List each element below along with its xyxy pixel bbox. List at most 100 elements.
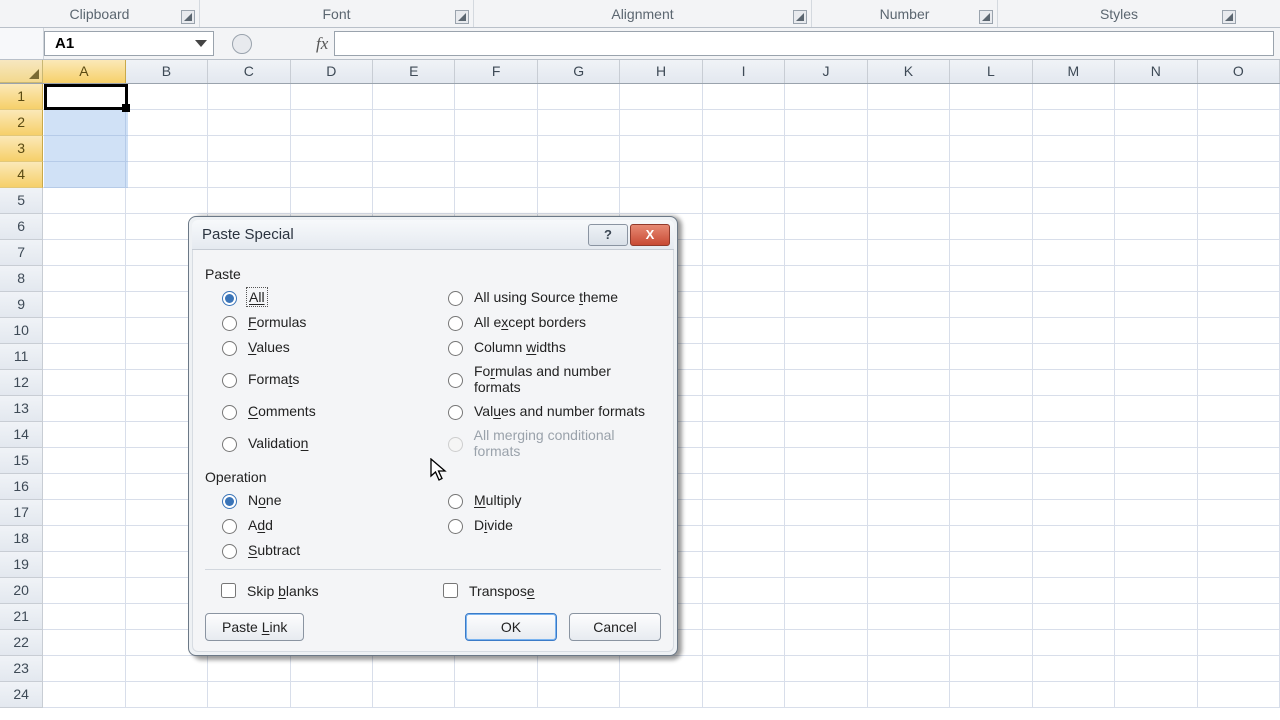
column-header-G[interactable]: G <box>538 60 620 83</box>
cell[interactable] <box>126 136 208 162</box>
cell[interactable] <box>1033 604 1115 630</box>
cell[interactable] <box>785 292 867 318</box>
cell[interactable] <box>538 682 620 708</box>
cell[interactable] <box>291 84 373 110</box>
radio-op-add[interactable]: Add <box>217 516 435 534</box>
cell[interactable] <box>703 188 785 214</box>
cell[interactable] <box>291 136 373 162</box>
dialog-launcher-icon[interactable] <box>181 10 195 24</box>
cell[interactable] <box>785 84 867 110</box>
cell[interactable] <box>703 344 785 370</box>
cell[interactable] <box>43 162 125 188</box>
cancel-button[interactable]: Cancel <box>569 613 661 641</box>
cell[interactable] <box>950 240 1032 266</box>
cell[interactable] <box>868 240 950 266</box>
column-header-F[interactable]: F <box>455 60 537 83</box>
cell[interactable] <box>1115 474 1197 500</box>
cell[interactable] <box>868 110 950 136</box>
help-button[interactable]: ? <box>588 224 628 246</box>
cell[interactable] <box>950 578 1032 604</box>
cell[interactable] <box>1033 266 1115 292</box>
cell[interactable] <box>1115 240 1197 266</box>
cell[interactable] <box>1198 266 1280 292</box>
cell[interactable] <box>1033 344 1115 370</box>
cell[interactable] <box>703 84 785 110</box>
cell[interactable] <box>950 500 1032 526</box>
cell[interactable] <box>868 396 950 422</box>
cell[interactable] <box>1033 136 1115 162</box>
select-all-corner[interactable] <box>0 60 43 83</box>
dialog-launcher-icon[interactable] <box>979 10 993 24</box>
cell[interactable] <box>1033 110 1115 136</box>
column-header-K[interactable]: K <box>868 60 950 83</box>
cell[interactable] <box>1198 396 1280 422</box>
cell[interactable] <box>126 84 208 110</box>
row-header[interactable]: 23 <box>0 656 43 682</box>
cell[interactable] <box>1198 526 1280 552</box>
cell[interactable] <box>1033 656 1115 682</box>
cell[interactable] <box>1115 214 1197 240</box>
cell[interactable] <box>703 370 785 396</box>
cell[interactable] <box>373 682 455 708</box>
check-skip-blanks[interactable]: Skip blanks <box>217 580 439 601</box>
cell[interactable] <box>950 630 1032 656</box>
cell[interactable] <box>785 240 867 266</box>
cell[interactable] <box>1115 500 1197 526</box>
cell[interactable] <box>868 682 950 708</box>
cell[interactable] <box>126 682 208 708</box>
cell[interactable] <box>1198 84 1280 110</box>
cell[interactable] <box>620 136 702 162</box>
cell[interactable] <box>43 84 125 110</box>
cell[interactable] <box>868 500 950 526</box>
cell[interactable] <box>703 448 785 474</box>
radio-paste-comments[interactable]: Comments <box>217 402 435 420</box>
cell[interactable] <box>1198 448 1280 474</box>
cell[interactable] <box>950 136 1032 162</box>
cell[interactable] <box>1115 526 1197 552</box>
cell[interactable] <box>1115 656 1197 682</box>
cell[interactable] <box>703 214 785 240</box>
cell[interactable] <box>868 292 950 318</box>
cell[interactable] <box>126 110 208 136</box>
cell[interactable] <box>43 240 125 266</box>
dialog-launcher-icon[interactable] <box>455 10 469 24</box>
row-header[interactable]: 5 <box>0 188 43 214</box>
cell[interactable] <box>785 344 867 370</box>
cell[interactable] <box>868 214 950 240</box>
cell[interactable] <box>950 552 1032 578</box>
cell[interactable] <box>1033 84 1115 110</box>
cell[interactable] <box>373 84 455 110</box>
cell[interactable] <box>538 110 620 136</box>
cell[interactable] <box>950 110 1032 136</box>
cell[interactable] <box>1115 552 1197 578</box>
cell[interactable] <box>950 84 1032 110</box>
cell[interactable] <box>703 604 785 630</box>
cell[interactable] <box>703 656 785 682</box>
cell[interactable] <box>43 448 125 474</box>
cell[interactable] <box>868 344 950 370</box>
cell[interactable] <box>703 318 785 344</box>
cell[interactable] <box>620 162 702 188</box>
radio-op-subtract[interactable]: Subtract <box>217 541 435 559</box>
cell[interactable] <box>1198 682 1280 708</box>
cell[interactable] <box>1198 630 1280 656</box>
cell[interactable] <box>455 136 537 162</box>
cell[interactable] <box>1198 188 1280 214</box>
cell[interactable] <box>1115 422 1197 448</box>
cell[interactable] <box>785 552 867 578</box>
cell[interactable] <box>373 188 455 214</box>
cell[interactable] <box>950 526 1032 552</box>
name-box[interactable]: A1 <box>44 31 214 56</box>
cell[interactable] <box>291 110 373 136</box>
cell[interactable] <box>1033 630 1115 656</box>
cell[interactable] <box>703 474 785 500</box>
cell[interactable] <box>126 656 208 682</box>
cell[interactable] <box>868 136 950 162</box>
radio-paste-all[interactable]: All <box>217 288 435 306</box>
cell[interactable] <box>291 162 373 188</box>
dialog-titlebar[interactable]: Paste Special ? X <box>192 220 674 250</box>
cell[interactable] <box>1198 214 1280 240</box>
cell[interactable] <box>455 110 537 136</box>
cell[interactable] <box>373 136 455 162</box>
cell[interactable] <box>1115 448 1197 474</box>
